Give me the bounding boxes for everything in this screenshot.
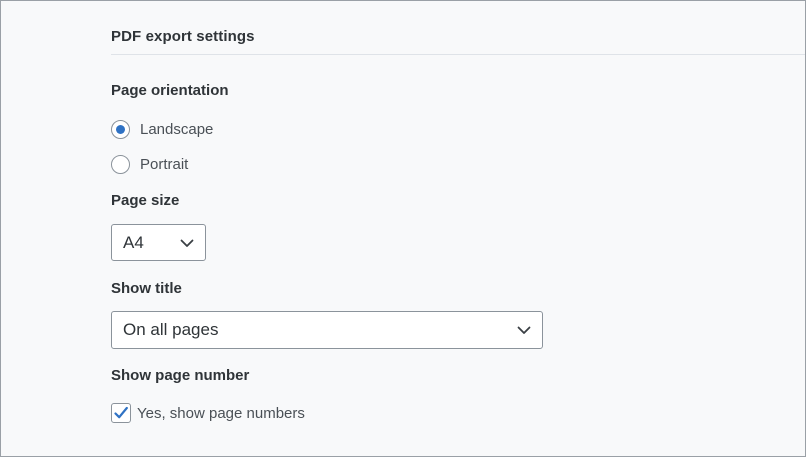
orientation-label: Page orientation (111, 82, 229, 99)
portrait-label: Portrait (140, 155, 189, 173)
radio-selected-dot (116, 124, 125, 134)
orientation-option-landscape[interactable]: Landscape (111, 118, 213, 140)
landscape-label: Landscape (140, 120, 214, 138)
show-title-label: Show title (111, 280, 182, 297)
page-size-select[interactable]: A4 (111, 224, 206, 261)
chevron-down-icon (517, 326, 531, 334)
page-number-option[interactable]: Yes, show page numbers (111, 402, 305, 424)
page-number-label: Show page number (111, 367, 250, 384)
show-title-select[interactable]: On all pages (111, 311, 543, 349)
panel-title: PDF export settings (111, 28, 255, 45)
checkmark-icon (114, 406, 128, 419)
orientation-option-portrait[interactable]: Portrait (111, 153, 188, 175)
page-number-checkbox[interactable] (111, 403, 131, 423)
page-number-checkbox-label: Yes, show page numbers (137, 404, 305, 422)
page-size-value: A4 (123, 232, 144, 252)
portrait-radio[interactable] (111, 154, 130, 174)
panel-header: PDF export settings (111, 21, 805, 55)
show-title-value: On all pages (123, 320, 219, 339)
chevron-down-icon (180, 239, 194, 247)
page-size-label: Page size (111, 192, 180, 209)
landscape-radio[interactable] (111, 119, 130, 139)
export-settings-panel: PDF export settings Page orientation Lan… (0, 0, 806, 457)
